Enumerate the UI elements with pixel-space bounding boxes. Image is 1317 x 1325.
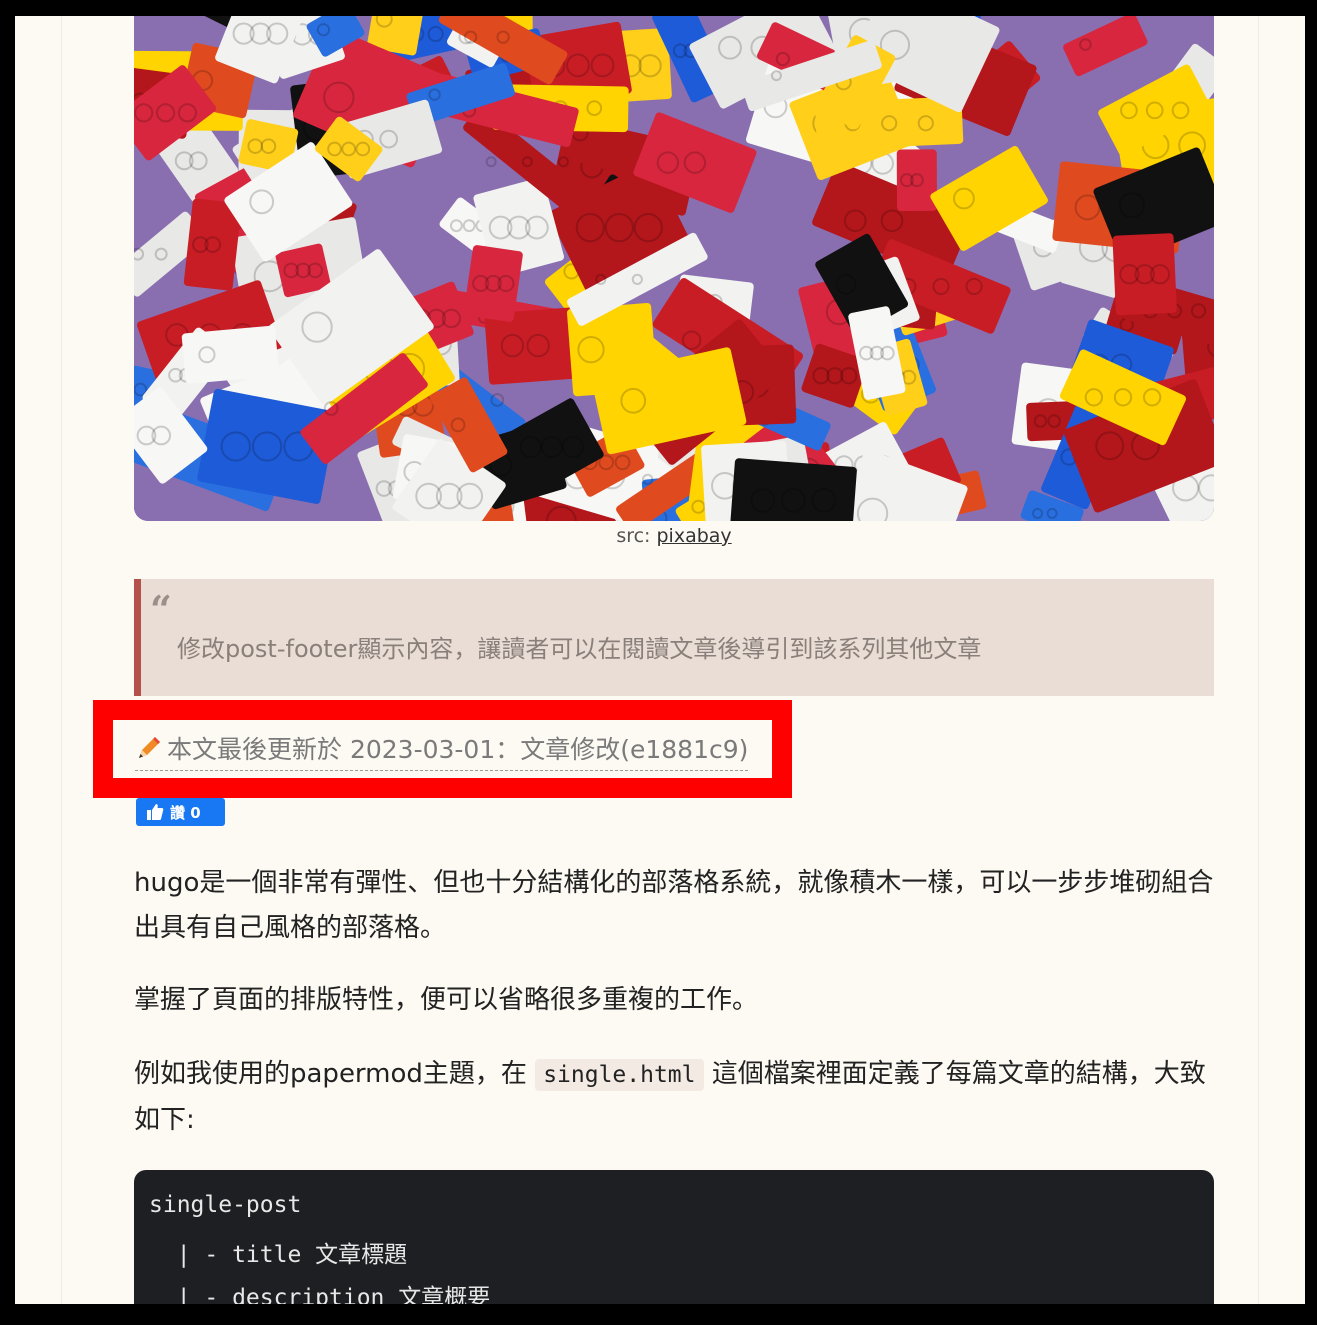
quote-mark-icon: “ [150,587,172,632]
paragraph-text-before: 例如我使用的papermod主題，在 [134,1059,536,1089]
inline-code: single.html [535,1059,704,1091]
last-updated[interactable]: 本文最後更新於 2023-03-01：文章修改(e1881c9) [135,730,749,771]
quote-text: 修改post-footer顯示內容，讓讀者可以在閱讀文章後導引到該系列其他文章 [177,635,982,663]
paragraph-layout: 掌握了頁面的排版特性，便可以省略很多重複的工作。 [134,985,759,1015]
hero-image [134,16,1214,521]
like-label: 讚 0 [170,803,201,822]
thumbs-up-icon [147,804,164,820]
code-line: | - title 文章標題 [149,1242,408,1268]
code-line: single-post [149,1192,302,1218]
caption-prefix: src: [616,525,657,547]
blockquote: “ 修改post-footer顯示內容，讓讀者可以在閱讀文章後導引到該系列其他文… [134,579,1214,696]
code-block: single-post | - title 文章標題 | - descripti… [134,1170,1214,1304]
left-divider [61,16,62,1304]
paragraph-structure: 例如我使用的papermod主題，在 single.html 這個檔案裡面定義了… [134,1052,1214,1143]
caption-link[interactable]: pixabay [657,525,732,547]
right-divider [1258,16,1259,1304]
like-button[interactable]: 讚 0 [136,798,225,826]
paragraph-intro: hugo是一個非常有彈性、但也十分結構化的部落格系統，就像積木一樣，可以一步步堆… [134,868,1214,943]
page: src: pixabay “ 修改post-footer顯示內容，讓讀者可以在閱… [15,16,1305,1304]
lego-bricks-image [134,16,1214,521]
image-caption: src: pixabay [134,525,1214,547]
pencil-icon [135,734,163,768]
last-updated-text: 本文最後更新於 2023-03-01：文章修改(e1881c9) [167,735,749,764]
code-line: | - description 文章概要 [149,1285,491,1304]
